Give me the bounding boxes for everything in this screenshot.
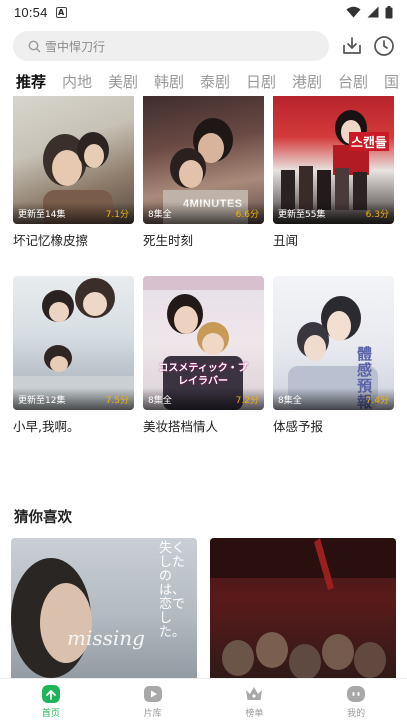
drama-title: 小早,我啊。 xyxy=(13,419,80,434)
recommend-card[interactable]: missing 失くしたのは、恋でした。 xyxy=(11,538,197,678)
tab-korea[interactable]: 韩剧 xyxy=(154,68,200,96)
nav-home[interactable]: 首页 xyxy=(0,679,102,723)
poster-image: 更新至14集 7.1分 xyxy=(13,96,134,224)
episode-label: 更新至55集 xyxy=(278,210,326,220)
search-icon xyxy=(28,40,41,52)
tab-recommend[interactable]: 推荐 xyxy=(16,68,62,96)
episode-label: 8集全 xyxy=(148,396,172,406)
score-label: 7.2分 xyxy=(235,396,259,406)
search-input[interactable]: 雪中悍刀行 xyxy=(13,31,329,61)
poster-text: 失くしたのは、恋でした。 xyxy=(159,541,186,640)
drama-card[interactable]: 스캔들 更新至55集 6.3分 丑闻 xyxy=(273,96,394,249)
poster-image: コスメティック・プレイラバー 8集全 7.2分 xyxy=(143,276,264,410)
nav-library[interactable]: 片库 xyxy=(102,679,204,723)
play-icon xyxy=(143,685,162,702)
bottom-nav: 首页 片库 榜单 我的 xyxy=(0,678,407,723)
drama-row: 更新至12集 7.5分 小早,我啊。 コスメティック・プレイラバー 8集全 7.… xyxy=(0,276,407,448)
score-label: 7.5分 xyxy=(105,396,129,406)
status-icons xyxy=(346,5,393,19)
drama-title: 坏记忆橡皮擦 xyxy=(13,233,89,248)
nav-profile-label: 我的 xyxy=(347,708,366,719)
tab-us[interactable]: 美剧 xyxy=(108,68,154,96)
signal-icon xyxy=(367,6,379,18)
wifi-icon xyxy=(346,6,361,18)
download-icon[interactable] xyxy=(340,34,364,58)
home-icon xyxy=(41,684,60,703)
tab-hongkong[interactable]: 港剧 xyxy=(292,68,338,96)
poster-image: 스캔들 更新至55集 6.3分 xyxy=(273,96,394,224)
nav-ranking-label: 榜单 xyxy=(245,708,264,719)
score-label: 6.3分 xyxy=(365,210,389,220)
recommend-card[interactable] xyxy=(210,538,396,678)
status-bar: 10:54 A xyxy=(0,0,407,24)
status-time: 10:54 xyxy=(14,4,48,20)
tab-mainland[interactable]: 内地 xyxy=(62,68,108,96)
drama-card[interactable]: 更新至14集 7.1分 坏记忆橡皮擦 xyxy=(13,96,134,249)
drama-title: 美妆搭档情人 xyxy=(143,419,219,434)
episode-label: 更新至14集 xyxy=(18,210,66,220)
poster-text: コスメティック・プレイラバー xyxy=(158,363,248,387)
profile-icon xyxy=(347,685,366,702)
drama-card[interactable]: 體感預報 8集全 7.4分 体感予报 xyxy=(273,276,394,435)
poster-image: 更新至12集 7.5分 xyxy=(13,276,134,410)
score-label: 6.6分 xyxy=(235,210,259,220)
drama-card[interactable]: コスメティック・プレイラバー 8集全 7.2分 美妆搭档情人 xyxy=(143,276,264,435)
history-icon[interactable] xyxy=(372,34,396,58)
drama-card[interactable]: 更新至12集 7.5分 小早,我啊。 xyxy=(13,276,134,435)
poster-image: 4MINUTES 8集全 6.6分 xyxy=(143,96,264,224)
tab-more[interactable]: 国 xyxy=(384,68,407,96)
poster-text: 스캔들 xyxy=(349,132,389,151)
poster-image: 體感預報 8集全 7.4分 xyxy=(273,276,394,410)
tab-japan[interactable]: 日剧 xyxy=(246,68,292,96)
score-label: 7.1分 xyxy=(105,210,129,220)
episode-label: 8集全 xyxy=(148,210,172,220)
top-bar: 雪中悍刀行 xyxy=(0,28,407,64)
nav-profile[interactable]: 我的 xyxy=(305,679,407,723)
episode-label: 8集全 xyxy=(278,396,302,406)
drama-card[interactable]: 4MINUTES 8集全 6.6分 死生时刻 xyxy=(143,96,264,249)
search-placeholder: 雪中悍刀行 xyxy=(45,39,106,54)
content-feed: 更新至14集 7.1分 坏记忆橡皮擦 4MINUTES 8集全 6.6分 死生时… xyxy=(0,96,407,678)
tab-thai[interactable]: 泰剧 xyxy=(200,68,246,96)
drama-title: 死生时刻 xyxy=(143,233,194,248)
poster-text: missing xyxy=(67,626,145,650)
section-title: 猜你喜欢 xyxy=(14,510,72,526)
nav-home-label: 首页 xyxy=(41,708,60,719)
drama-title: 丑闻 xyxy=(273,233,299,248)
battery-icon xyxy=(385,5,393,18)
nav-ranking[interactable]: 榜单 xyxy=(204,679,306,723)
category-tabs: 推荐 内地 美剧 韩剧 泰剧 日剧 港剧 台剧 国 xyxy=(0,68,407,96)
episode-label: 更新至12集 xyxy=(18,396,66,406)
drama-title: 体感予报 xyxy=(273,419,324,434)
tab-taiwan[interactable]: 台剧 xyxy=(338,68,384,96)
score-label: 7.4分 xyxy=(365,396,389,406)
nav-library-label: 片库 xyxy=(143,708,162,719)
crown-icon xyxy=(246,686,263,700)
drama-row: 更新至14集 7.1分 坏记忆橡皮擦 4MINUTES 8集全 6.6分 死生时… xyxy=(0,96,407,262)
notification-icon: A xyxy=(55,6,67,18)
